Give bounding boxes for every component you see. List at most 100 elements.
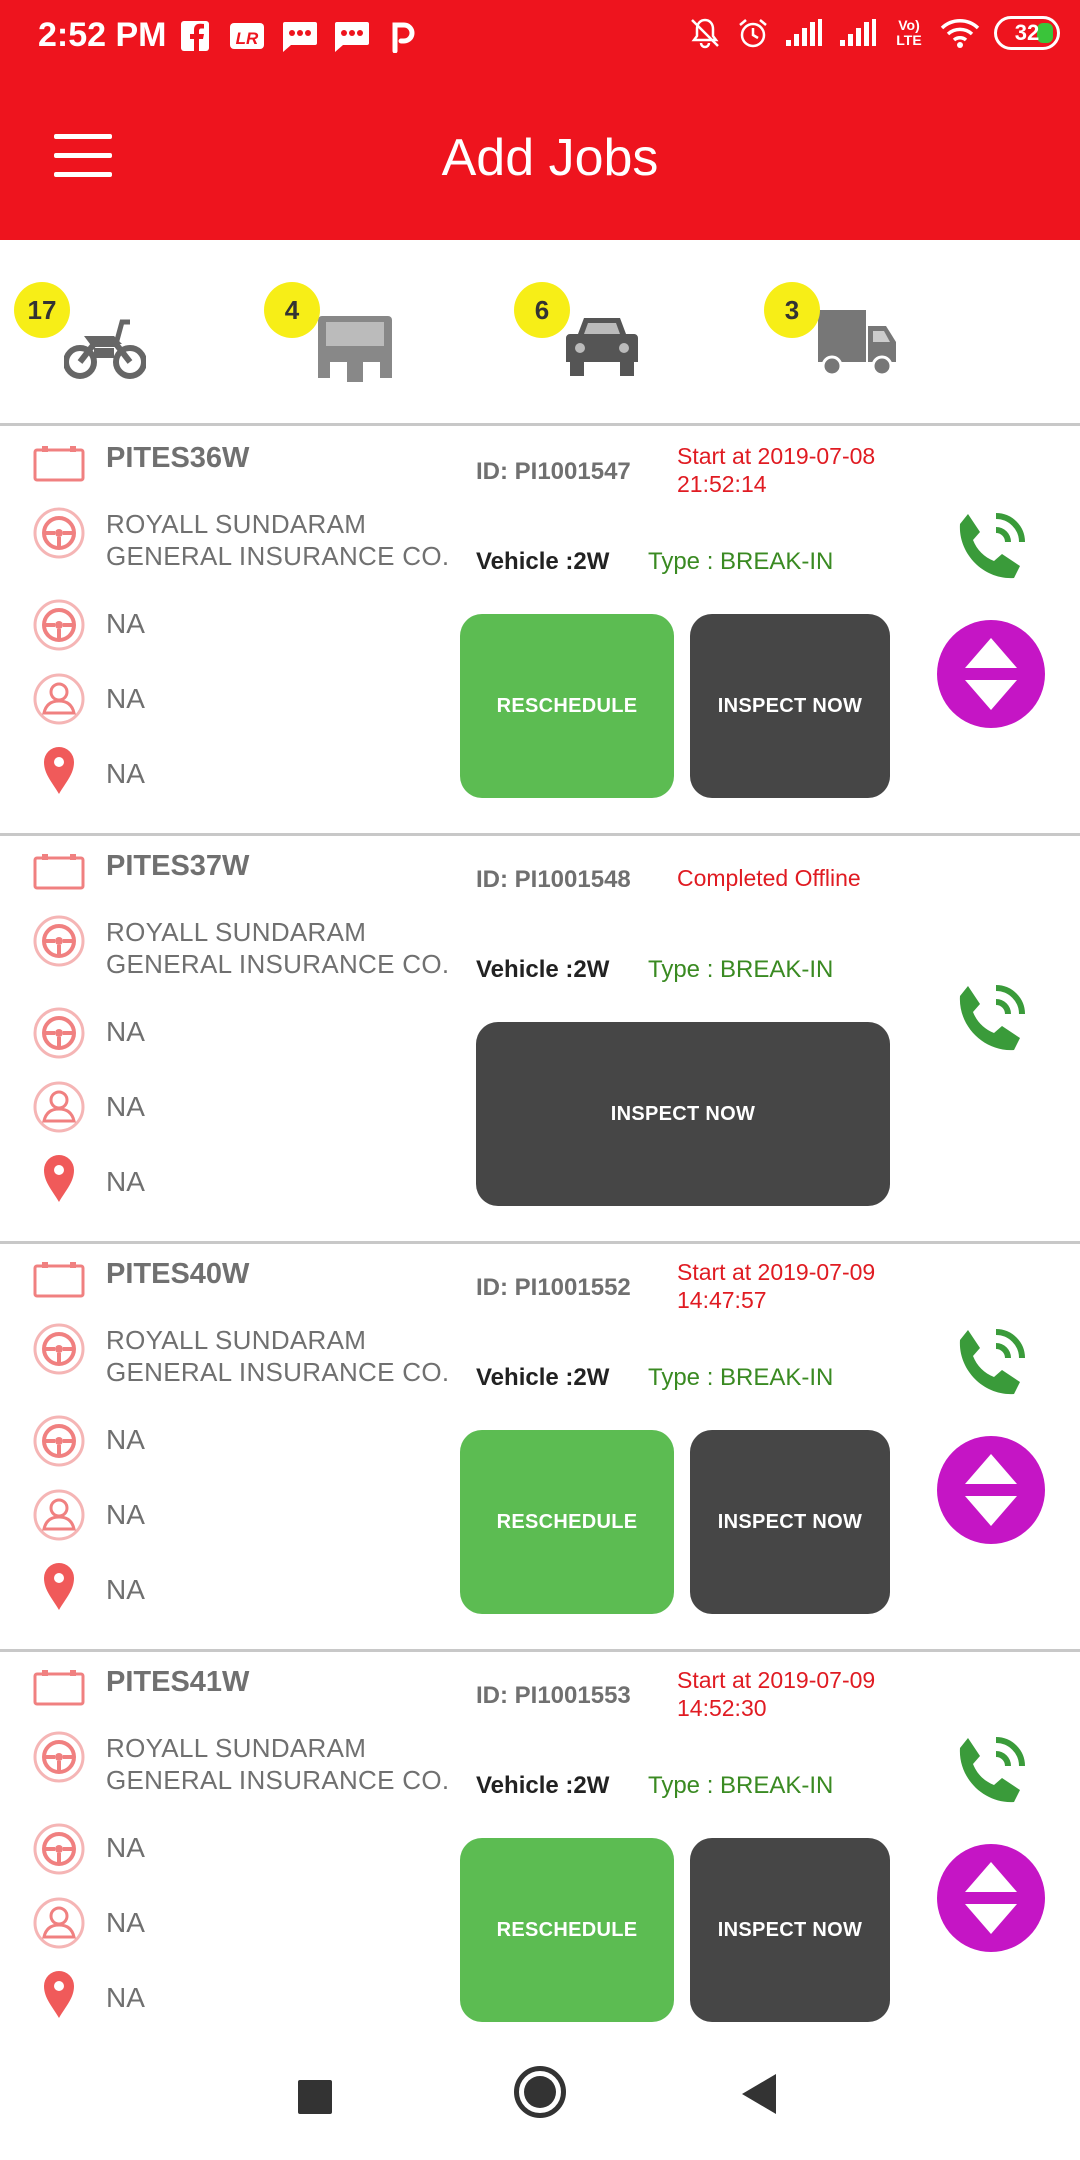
- job-type: Type : BREAK-IN: [648, 548, 834, 575]
- job-status: Start at 2019-07-09 14:52:30: [677, 1666, 937, 1722]
- insurer-line: ROYALL SUNDARAM: [106, 1733, 367, 1763]
- phone-call-icon[interactable]: [946, 504, 1034, 592]
- location-pin-icon: [44, 747, 74, 794]
- job-vehicle: Vehicle :2W: [476, 548, 610, 575]
- job-field-2: NA: [106, 1499, 145, 1530]
- tab-commercial[interactable]: 3: [750, 240, 950, 426]
- auto-rickshaw-icon: [318, 316, 392, 382]
- insurer-line: GENERAL INSURANCE CO.: [106, 1765, 450, 1795]
- steering-wheel-icon: [33, 1415, 85, 1467]
- license-plate-icon: [33, 446, 85, 482]
- job-insurer: ROYALL SUNDARAM GENERAL INSURANCE CO.: [106, 1324, 449, 1388]
- job-card: PITES41W ROYALL SUNDARAM GENERAL INSURANC…: [0, 1652, 1080, 2024]
- status-bar: 2:52 PM LR Vo) LTE 32: [0, 0, 1080, 72]
- job-plate: PITES41W: [106, 1666, 250, 1698]
- job-card: PITES40W ROYALL SUNDARAM GENERAL INSURANC…: [0, 1244, 1080, 1652]
- job-type: Type : BREAK-IN: [648, 956, 834, 983]
- notification-icons: LR: [176, 18, 422, 54]
- status-line: Start at 2019-07-09: [677, 1667, 876, 1693]
- phone-call-icon[interactable]: [946, 1320, 1034, 1408]
- job-plate: PITES36W: [106, 442, 250, 474]
- inspect-now-button[interactable]: INSPECT NOW: [476, 1022, 890, 1206]
- vehicle-category-tabs: 17 4 6 3: [0, 240, 1080, 426]
- job-insurer: ROYALL SUNDARAM GENERAL INSURANCE CO.: [106, 1732, 449, 1796]
- reschedule-button[interactable]: RESCHEDULE: [460, 614, 674, 798]
- job-vehicle: Vehicle :2W: [476, 1772, 610, 1799]
- steering-wheel-icon: [33, 1731, 85, 1783]
- steering-wheel-icon: [33, 507, 85, 559]
- location-pin-icon: [44, 1971, 74, 2018]
- inspect-now-button[interactable]: INSPECT NOW: [690, 1838, 890, 2022]
- job-plate: PITES37W: [106, 850, 250, 882]
- inspect-now-button[interactable]: INSPECT NOW: [690, 614, 890, 798]
- steering-wheel-icon: [33, 599, 85, 651]
- screen: 2:52 PM LR Vo) LTE 32 Add Jobs 17 4 6 3 …: [0, 0, 1080, 2160]
- job-field-3: NA: [106, 1166, 145, 1197]
- insurer-line: GENERAL INSURANCE CO.: [106, 541, 450, 571]
- car-icon: [566, 318, 638, 376]
- job-type: Type : BREAK-IN: [648, 1772, 834, 1799]
- status-time: 2:52 PM: [38, 16, 167, 54]
- truck-icon: [818, 310, 896, 377]
- back-icon[interactable]: [742, 2074, 776, 2114]
- job-field-1: NA: [106, 1424, 145, 1455]
- mute-icon: [691, 18, 719, 49]
- steering-wheel-icon: [33, 1323, 85, 1375]
- tab-four-wheeler[interactable]: 6: [500, 240, 700, 426]
- job-field-3: NA: [106, 758, 145, 789]
- volte-icon: Vo) LTE: [896, 17, 922, 48]
- expand-collapse-icon[interactable]: [935, 618, 1047, 730]
- message-icon: [332, 18, 370, 54]
- job-status: Completed Offline: [677, 864, 937, 892]
- person-icon: [33, 1081, 85, 1133]
- job-plate: PITES40W: [106, 1258, 250, 1290]
- job-card: PITES37W ROYALL SUNDARAM GENERAL INSURANC…: [0, 836, 1080, 1244]
- job-id: ID: PI1001553: [476, 1682, 631, 1709]
- insurer-line: ROYALL SUNDARAM: [106, 917, 367, 947]
- count-badge: 6: [514, 282, 570, 338]
- status-line: Start at 2019-07-09: [677, 1259, 876, 1285]
- job-field-1: NA: [106, 1016, 145, 1047]
- job-insurer: ROYALL SUNDARAM GENERAL INSURANCE CO.: [106, 508, 449, 572]
- insurer-line: GENERAL INSURANCE CO.: [106, 949, 450, 979]
- battery-level: 32: [1014, 20, 1040, 45]
- insurer-line: GENERAL INSURANCE CO.: [106, 1357, 450, 1387]
- expand-collapse-icon[interactable]: [935, 1434, 1047, 1546]
- svg-text:LR: LR: [236, 29, 259, 48]
- person-icon: [33, 673, 85, 725]
- alarm-icon: [739, 19, 767, 48]
- expand-collapse-icon[interactable]: [935, 1842, 1047, 1954]
- inspect-now-button[interactable]: INSPECT NOW: [690, 1430, 890, 1614]
- reschedule-button[interactable]: RESCHEDULE: [460, 1838, 674, 2022]
- steering-wheel-icon: [33, 1823, 85, 1875]
- signal-icon: [786, 19, 822, 46]
- job-type: Type : BREAK-IN: [648, 1364, 834, 1391]
- tab-two-wheeler[interactable]: 17: [0, 240, 200, 426]
- signal-icon: [840, 19, 876, 46]
- recent-apps-icon[interactable]: [298, 2080, 332, 2114]
- job-field-2: NA: [106, 683, 145, 714]
- phone-call-icon[interactable]: [946, 1728, 1034, 1816]
- job-status: Start at 2019-07-08 21:52:14: [677, 442, 937, 498]
- job-id: ID: PI1001547: [476, 458, 631, 485]
- insurer-line: ROYALL SUNDARAM: [106, 509, 367, 539]
- status-line: Completed Offline: [677, 865, 861, 891]
- facebook-icon: [176, 18, 214, 54]
- tab-three-wheeler[interactable]: 4: [250, 240, 450, 426]
- home-icon[interactable]: [514, 2066, 566, 2118]
- steering-wheel-icon: [33, 915, 85, 967]
- system-icons: Vo) LTE 32: [688, 16, 1060, 50]
- status-line: 14:52:30: [677, 1695, 767, 1721]
- job-field-1: NA: [106, 1832, 145, 1863]
- reschedule-button[interactable]: RESCHEDULE: [460, 1430, 674, 1614]
- job-field-3: NA: [106, 1982, 145, 2013]
- job-id: ID: PI1001552: [476, 1274, 631, 1301]
- job-id: ID: PI1001548: [476, 866, 631, 893]
- phone-call-icon[interactable]: [946, 976, 1034, 1064]
- job-field-1: NA: [106, 608, 145, 639]
- license-plate-icon: [33, 1670, 85, 1706]
- location-pin-icon: [44, 1563, 74, 1610]
- count-badge: 3: [764, 282, 820, 338]
- system-nav-bar: [0, 2030, 1080, 2160]
- job-field-2: NA: [106, 1091, 145, 1122]
